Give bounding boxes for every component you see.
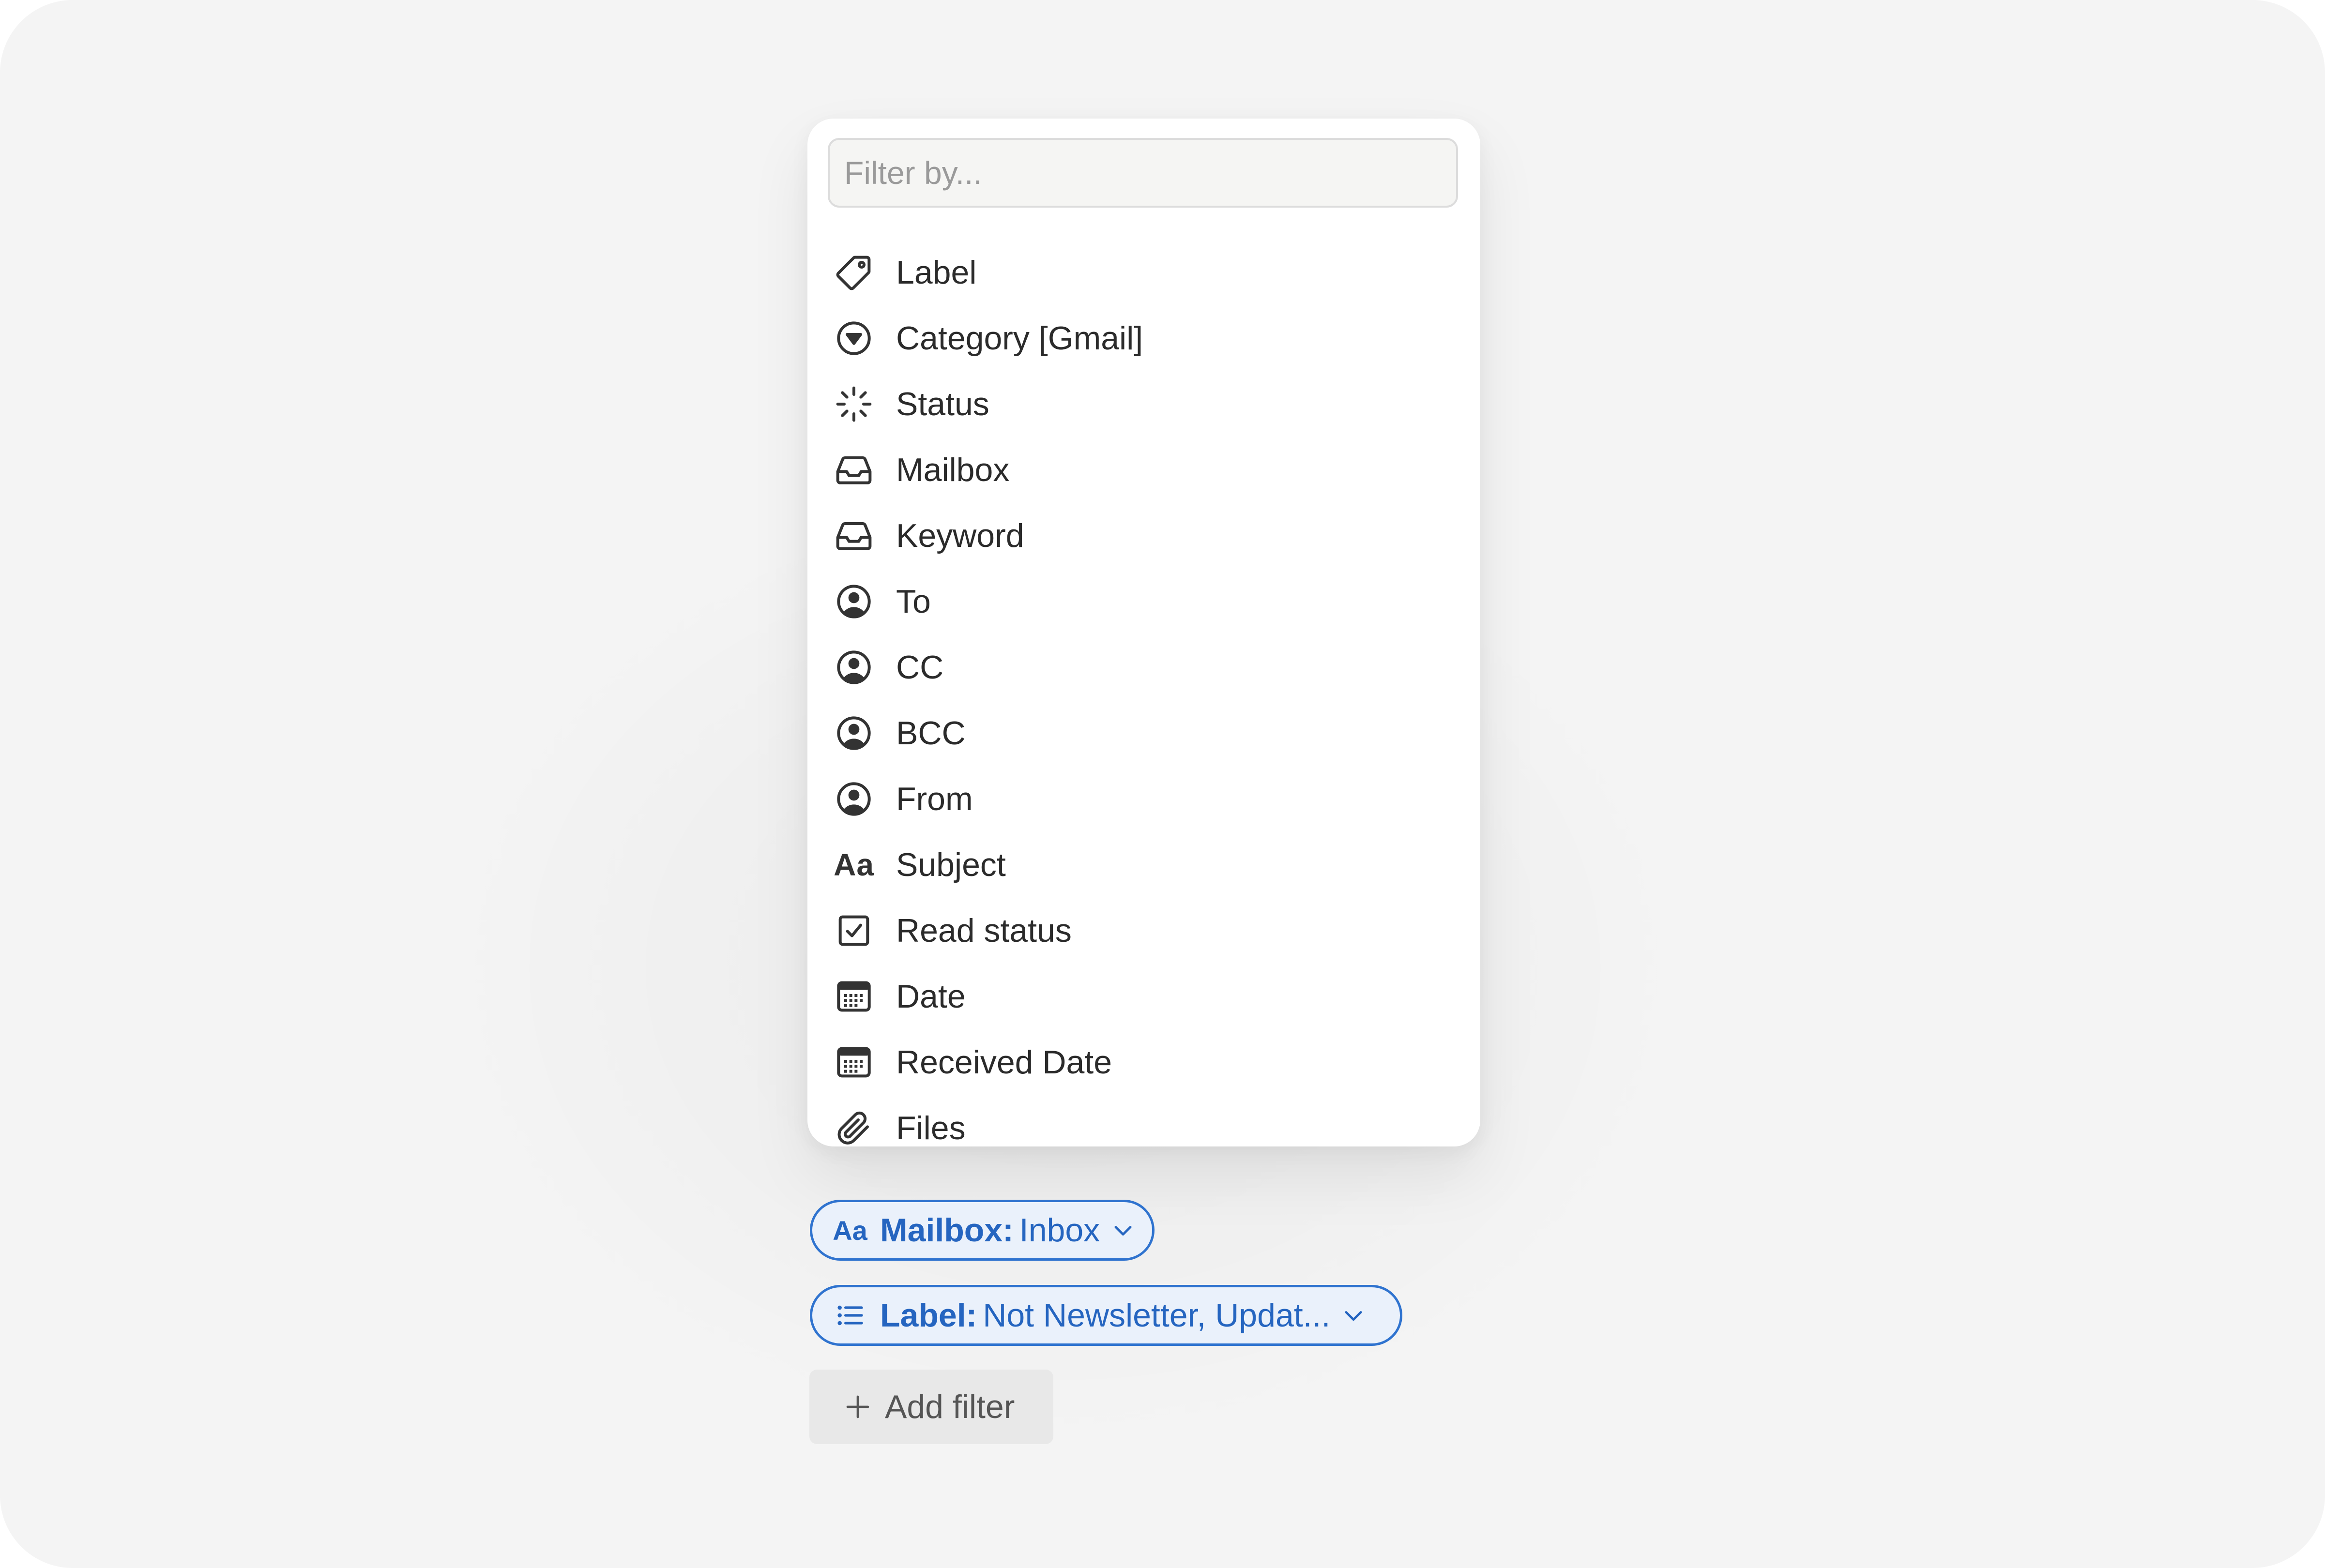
person-circle-icon bbox=[835, 714, 873, 753]
filter-chip-key: Mailbox: bbox=[880, 1212, 1014, 1249]
person-circle-icon bbox=[835, 582, 873, 621]
status-spinner-icon bbox=[835, 385, 873, 423]
text-aa-icon: Aa bbox=[833, 1213, 867, 1248]
menu-item-status-text: Status bbox=[896, 386, 989, 422]
menu-item-bcc[interactable]: BCC bbox=[807, 700, 1480, 766]
filter-search-input[interactable] bbox=[828, 138, 1458, 208]
menu-item-received-date-text: Received Date bbox=[896, 1044, 1112, 1081]
menu-item-date-text: Date bbox=[896, 978, 966, 1015]
menu-item-bcc-text: BCC bbox=[896, 715, 966, 752]
menu-item-status[interactable]: Status bbox=[807, 371, 1480, 437]
menu-item-cc-text: CC bbox=[896, 649, 944, 686]
chevron-down-icon bbox=[1110, 1218, 1136, 1243]
text-aa-icon-glyph: Aa bbox=[834, 847, 874, 882]
menu-item-to[interactable]: To bbox=[807, 569, 1480, 634]
category-circle-icon bbox=[835, 319, 873, 358]
app-canvas: Label Category [Gmail] bbox=[0, 0, 2325, 1568]
menu-item-read-status-text: Read status bbox=[896, 912, 1072, 949]
menu-item-mailbox[interactable]: Mailbox bbox=[807, 437, 1480, 503]
calendar-icon bbox=[835, 1043, 873, 1082]
menu-item-label[interactable]: Label bbox=[807, 240, 1480, 305]
menu-item-files-text: Files bbox=[896, 1110, 966, 1146]
chevron-down-icon bbox=[1341, 1303, 1366, 1328]
filter-chip-mailbox[interactable]: Aa Mailbox: Inbox bbox=[810, 1200, 1155, 1261]
text-aa-icon-glyph: Aa bbox=[833, 1215, 867, 1246]
menu-item-subject[interactable]: Aa Subject bbox=[807, 832, 1480, 898]
menu-item-to-text: To bbox=[896, 583, 931, 620]
text-aa-icon: Aa bbox=[834, 845, 874, 884]
menu-item-keyword[interactable]: Keyword bbox=[807, 503, 1480, 569]
inbox-tray-icon bbox=[835, 451, 873, 489]
menu-item-read-status[interactable]: Read status bbox=[807, 898, 1480, 964]
menu-item-from[interactable]: From bbox=[807, 766, 1480, 832]
menu-item-keyword-text: Keyword bbox=[896, 517, 1024, 554]
menu-item-label-text: Label bbox=[896, 254, 977, 291]
menu-item-category-text: Category [Gmail] bbox=[896, 320, 1143, 357]
checkbox-icon bbox=[835, 911, 873, 950]
menu-item-cc[interactable]: CC bbox=[807, 634, 1480, 700]
filter-chip-value: Inbox bbox=[1019, 1212, 1100, 1249]
calendar-icon bbox=[835, 977, 873, 1016]
paperclip-icon bbox=[835, 1109, 873, 1147]
menu-item-received-date[interactable]: Received Date bbox=[807, 1029, 1480, 1095]
inbox-tray-icon bbox=[835, 516, 873, 555]
menu-item-category[interactable]: Category [Gmail] bbox=[807, 305, 1480, 371]
tag-icon bbox=[835, 253, 873, 292]
filter-chip-label[interactable]: Label: Not Newsletter, Updat... bbox=[810, 1285, 1402, 1346]
filter-chip-key: Label: bbox=[880, 1297, 977, 1334]
plus-icon bbox=[844, 1393, 871, 1420]
person-circle-icon bbox=[835, 648, 873, 687]
menu-item-mailbox-text: Mailbox bbox=[896, 452, 1010, 488]
filter-dropdown-menu: Label Category [Gmail] bbox=[807, 119, 1480, 1146]
person-circle-icon bbox=[835, 780, 873, 818]
menu-item-subject-text: Subject bbox=[896, 846, 1006, 883]
menu-item-files[interactable]: Files bbox=[807, 1095, 1480, 1161]
add-filter-button[interactable]: Add filter bbox=[809, 1370, 1053, 1444]
filter-chip-value: Not Newsletter, Updat... bbox=[983, 1297, 1331, 1334]
add-filter-label: Add filter bbox=[885, 1388, 1015, 1425]
list-icon bbox=[833, 1298, 867, 1333]
menu-item-date[interactable]: Date bbox=[807, 964, 1480, 1029]
menu-item-from-text: From bbox=[896, 781, 973, 817]
